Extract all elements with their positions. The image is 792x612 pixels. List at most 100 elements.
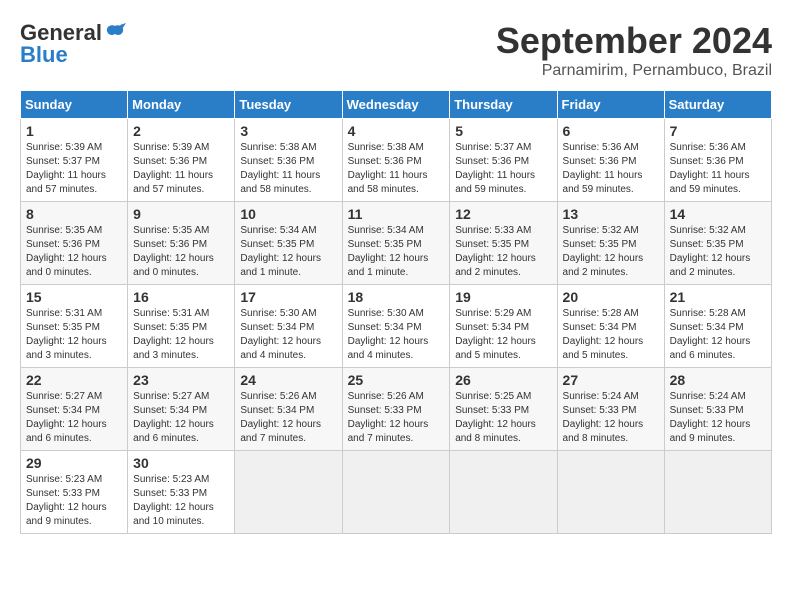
calendar-cell: [342, 451, 450, 534]
header-saturday: Saturday: [664, 91, 771, 119]
day-info: Sunrise: 5:30 AM Sunset: 5:34 PM Dayligh…: [240, 307, 336, 363]
day-info: Sunrise: 5:27 AM Sunset: 5:34 PM Dayligh…: [133, 390, 229, 446]
calendar-row: 22 Sunrise: 5:27 AM Sunset: 5:34 PM Dayli…: [21, 368, 772, 451]
day-info: Sunrise: 5:24 AM Sunset: 5:33 PM Dayligh…: [670, 390, 766, 446]
day-number: 1: [26, 123, 122, 139]
calendar-cell: 23 Sunrise: 5:27 AM Sunset: 5:34 PM Dayli…: [128, 368, 235, 451]
day-info: Sunrise: 5:33 AM Sunset: 5:35 PM Dayligh…: [455, 224, 551, 280]
calendar-cell: 7 Sunrise: 5:36 AM Sunset: 5:36 PM Daylig…: [664, 119, 771, 202]
day-number: 6: [563, 123, 659, 139]
month-title: September 2024: [496, 20, 772, 62]
day-number: 8: [26, 206, 122, 222]
calendar-cell: 30 Sunrise: 5:23 AM Sunset: 5:33 PM Dayli…: [128, 451, 235, 534]
calendar-cell: 18 Sunrise: 5:30 AM Sunset: 5:34 PM Dayli…: [342, 285, 450, 368]
calendar-cell: 12 Sunrise: 5:33 AM Sunset: 5:35 PM Dayli…: [450, 202, 557, 285]
day-info: Sunrise: 5:28 AM Sunset: 5:34 PM Dayligh…: [563, 307, 659, 363]
calendar-row: 15 Sunrise: 5:31 AM Sunset: 5:35 PM Dayli…: [21, 285, 772, 368]
day-info: Sunrise: 5:38 AM Sunset: 5:36 PM Dayligh…: [348, 141, 445, 197]
calendar-cell: 16 Sunrise: 5:31 AM Sunset: 5:35 PM Dayli…: [128, 285, 235, 368]
calendar-cell: 13 Sunrise: 5:32 AM Sunset: 5:35 PM Dayli…: [557, 202, 664, 285]
header-monday: Monday: [128, 91, 235, 119]
day-number: 26: [455, 372, 551, 388]
calendar-cell: [235, 451, 342, 534]
calendar-cell: 17 Sunrise: 5:30 AM Sunset: 5:34 PM Dayli…: [235, 285, 342, 368]
weekday-header-row: Sunday Monday Tuesday Wednesday Thursday…: [21, 91, 772, 119]
day-info: Sunrise: 5:39 AM Sunset: 5:36 PM Dayligh…: [133, 141, 229, 197]
day-number: 24: [240, 372, 336, 388]
calendar-cell: 15 Sunrise: 5:31 AM Sunset: 5:35 PM Dayli…: [21, 285, 128, 368]
calendar-cell: 19Sunrise: 5:29 AM Sunset: 5:34 PM Dayli…: [450, 285, 557, 368]
day-number: 25: [348, 372, 445, 388]
calendar-cell: 4 Sunrise: 5:38 AM Sunset: 5:36 PM Daylig…: [342, 119, 450, 202]
day-number: 29: [26, 455, 122, 471]
calendar-cell: 8 Sunrise: 5:35 AM Sunset: 5:36 PM Daylig…: [21, 202, 128, 285]
header-wednesday: Wednesday: [342, 91, 450, 119]
day-info: Sunrise: 5:31 AM Sunset: 5:35 PM Dayligh…: [26, 307, 122, 363]
day-number: 20: [563, 289, 659, 305]
calendar-row: 1 Sunrise: 5:39 AM Sunset: 5:37 PM Daylig…: [21, 119, 772, 202]
title-section: September 2024 Parnamirim, Pernambuco, B…: [496, 20, 772, 80]
day-info: Sunrise: 5:34 AM Sunset: 5:35 PM Dayligh…: [240, 224, 336, 280]
day-number: 7: [670, 123, 766, 139]
calendar-row: 8 Sunrise: 5:35 AM Sunset: 5:36 PM Daylig…: [21, 202, 772, 285]
day-number: 4: [348, 123, 445, 139]
day-number: 2: [133, 123, 229, 139]
calendar-cell: 10 Sunrise: 5:34 AM Sunset: 5:35 PM Dayli…: [235, 202, 342, 285]
calendar-cell: [450, 451, 557, 534]
day-info: Sunrise: 5:27 AM Sunset: 5:34 PM Dayligh…: [26, 390, 122, 446]
calendar-cell: 28 Sunrise: 5:24 AM Sunset: 5:33 PM Dayli…: [664, 368, 771, 451]
calendar-cell: 20 Sunrise: 5:28 AM Sunset: 5:34 PM Dayli…: [557, 285, 664, 368]
day-number: 16: [133, 289, 229, 305]
day-info: Sunrise: 5:36 AM Sunset: 5:36 PM Dayligh…: [563, 141, 659, 197]
header-tuesday: Tuesday: [235, 91, 342, 119]
day-info: Sunrise: 5:38 AM Sunset: 5:36 PM Dayligh…: [240, 141, 336, 197]
day-info: Sunrise: 5:24 AM Sunset: 5:33 PM Dayligh…: [563, 390, 659, 446]
day-info: Sunrise: 5:23 AM Sunset: 5:33 PM Dayligh…: [133, 473, 229, 529]
day-number: 22: [26, 372, 122, 388]
day-info: Sunrise: 5:30 AM Sunset: 5:34 PM Dayligh…: [348, 307, 445, 363]
calendar-cell: 25 Sunrise: 5:26 AM Sunset: 5:33 PM Dayli…: [342, 368, 450, 451]
day-number: 15: [26, 289, 122, 305]
calendar-row: 29 Sunrise: 5:23 AM Sunset: 5:33 PM Dayli…: [21, 451, 772, 534]
day-info: Sunrise: 5:32 AM Sunset: 5:35 PM Dayligh…: [563, 224, 659, 280]
calendar-cell: 29Sunrise: 5:23 AM Sunset: 5:33 PM Dayli…: [21, 451, 128, 534]
header-sunday: Sunday: [21, 91, 128, 119]
calendar-cell: 27 Sunrise: 5:24 AM Sunset: 5:33 PM Dayli…: [557, 368, 664, 451]
day-number: 10: [240, 206, 336, 222]
page-header: General Blue September 2024 Parnamirim, …: [20, 20, 772, 80]
day-info: Sunrise: 5:34 AM Sunset: 5:35 PM Dayligh…: [348, 224, 445, 280]
day-info: Sunrise: 5:28 AM Sunset: 5:34 PM Dayligh…: [670, 307, 766, 363]
day-number: 11: [348, 206, 445, 222]
calendar-cell: 6 Sunrise: 5:36 AM Sunset: 5:36 PM Daylig…: [557, 119, 664, 202]
day-info: Sunrise: 5:26 AM Sunset: 5:33 PM Dayligh…: [348, 390, 445, 446]
logo-blue-text: Blue: [20, 42, 68, 68]
day-number: 28: [670, 372, 766, 388]
day-number: 23: [133, 372, 229, 388]
day-number: 13: [563, 206, 659, 222]
calendar-cell: 26 Sunrise: 5:25 AM Sunset: 5:33 PM Dayli…: [450, 368, 557, 451]
day-info: Sunrise: 5:25 AM Sunset: 5:33 PM Dayligh…: [455, 390, 551, 446]
day-info: Sunrise: 5:31 AM Sunset: 5:35 PM Dayligh…: [133, 307, 229, 363]
day-number: 17: [240, 289, 336, 305]
calendar-cell: 5Sunrise: 5:37 AM Sunset: 5:36 PM Daylig…: [450, 119, 557, 202]
day-number: 12: [455, 206, 551, 222]
day-number: 14: [670, 206, 766, 222]
day-number: 27: [563, 372, 659, 388]
day-number: 18: [348, 289, 445, 305]
calendar-cell: 9 Sunrise: 5:35 AM Sunset: 5:36 PM Daylig…: [128, 202, 235, 285]
logo-bird-icon: [104, 22, 126, 44]
calendar-cell: 24 Sunrise: 5:26 AM Sunset: 5:34 PM Dayli…: [235, 368, 342, 451]
calendar-cell: 11 Sunrise: 5:34 AM Sunset: 5:35 PM Dayli…: [342, 202, 450, 285]
calendar-cell: 21 Sunrise: 5:28 AM Sunset: 5:34 PM Dayli…: [664, 285, 771, 368]
day-info: Sunrise: 5:35 AM Sunset: 5:36 PM Dayligh…: [133, 224, 229, 280]
day-number: 9: [133, 206, 229, 222]
day-number: 5: [455, 123, 551, 139]
day-info: Sunrise: 5:39 AM Sunset: 5:37 PM Dayligh…: [26, 141, 122, 197]
day-number: 30: [133, 455, 229, 471]
day-info: Sunrise: 5:36 AM Sunset: 5:36 PM Dayligh…: [670, 141, 766, 197]
day-info: Sunrise: 5:35 AM Sunset: 5:36 PM Dayligh…: [26, 224, 122, 280]
day-number: 21: [670, 289, 766, 305]
location-subtitle: Parnamirim, Pernambuco, Brazil: [496, 62, 772, 80]
logo: General Blue: [20, 20, 126, 68]
day-info: Sunrise: 5:26 AM Sunset: 5:34 PM Dayligh…: [240, 390, 336, 446]
